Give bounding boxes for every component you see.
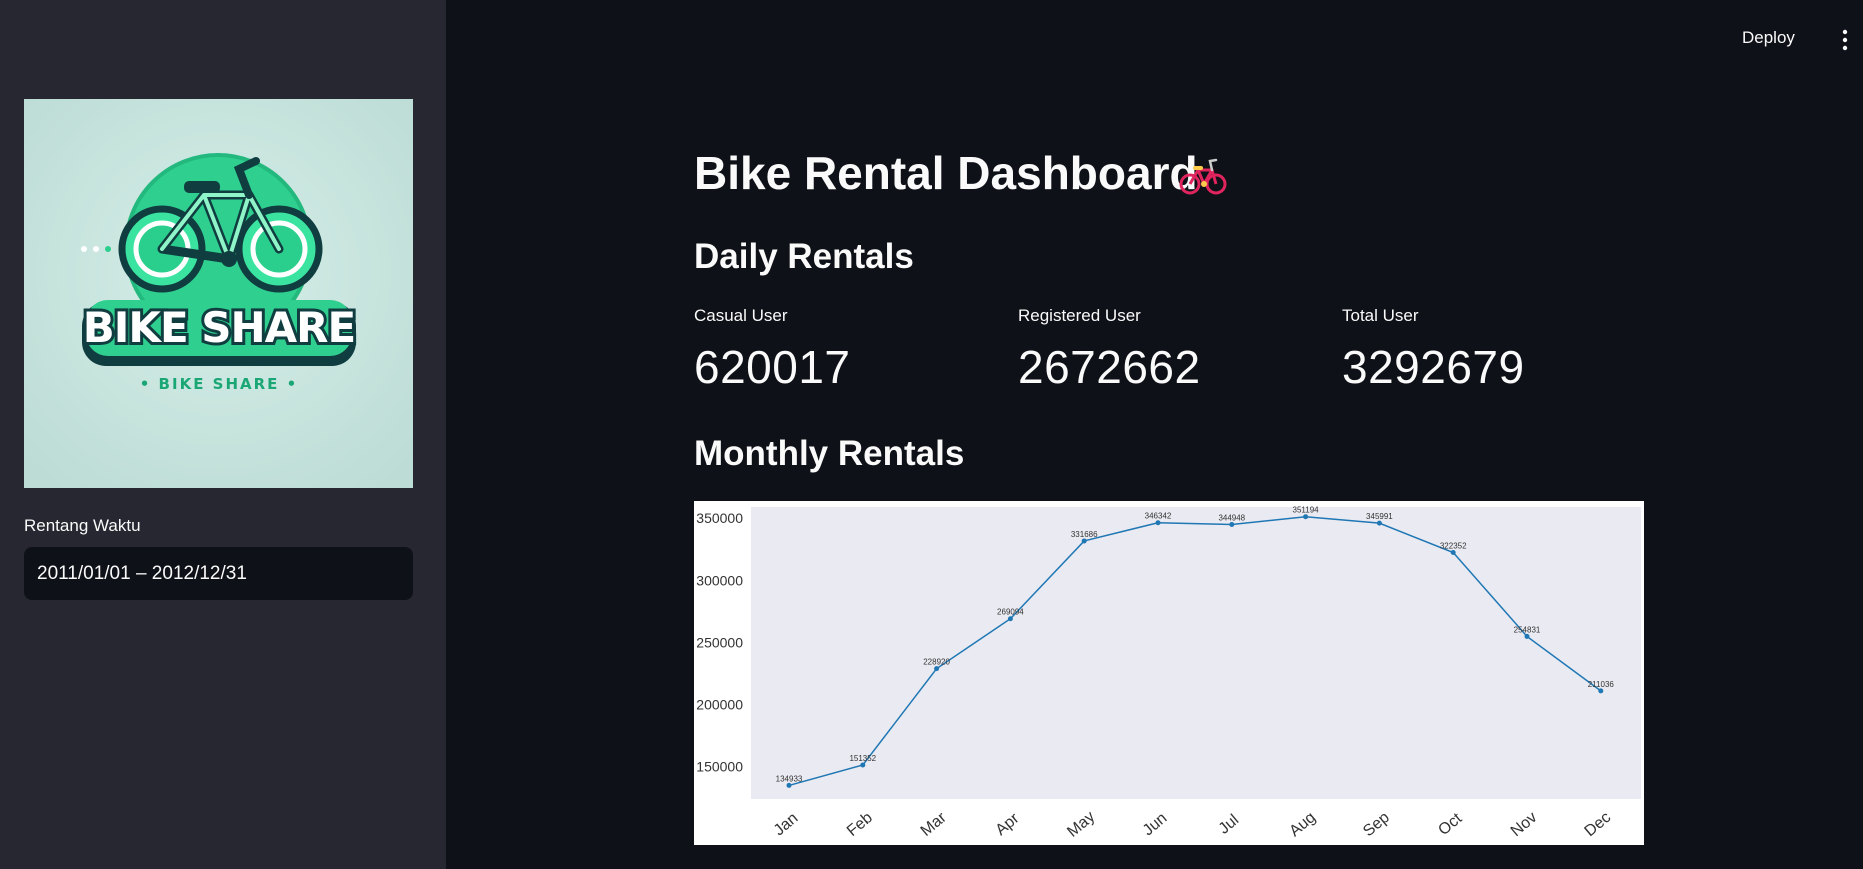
data-point [934,666,940,672]
metric-label: Registered User [1018,306,1141,325]
y-tick-label: 350000 [696,510,743,526]
data-label: 151352 [849,754,876,763]
y-tick-label: 300000 [696,572,743,588]
more-vertical-icon[interactable] [1838,28,1852,52]
x-tick-label: Dec [1582,809,1615,840]
data-point [786,782,792,788]
data-point [1081,538,1087,544]
data-point [1303,514,1309,520]
metric-registered-user: Registered User 2672662 [1018,306,1318,394]
deploy-button[interactable]: Deploy [1742,28,1795,48]
data-label: 351194 [1293,506,1320,515]
data-label: 134933 [776,774,803,783]
monthly-rentals-chart: 150000 200000 250000 300000 350000 134933 1513… [694,501,1644,845]
bike-share-logo: BIKE SHARE • BIKE SHARE • [24,99,413,488]
plot-area [751,507,1641,799]
metric-value: 2672662 [1018,341,1201,393]
data-label: 331686 [1071,530,1098,539]
sidebar: BIKE SHARE • BIKE SHARE • Rentang Waktu … [0,0,446,869]
x-tick-label: Jun [1140,810,1171,840]
metric-total-user: Total User 3292679 [1342,306,1642,394]
daily-rentals-heading: Daily Rentals [694,237,914,276]
data-point [1524,633,1530,639]
data-label: 228920 [923,658,950,667]
y-tick-label: 150000 [696,759,743,775]
data-point [860,762,866,768]
y-tick-label: 200000 [696,697,743,713]
date-range-value: 2011/01/01 – 2012/12/31 [37,562,247,584]
data-point [1007,616,1013,622]
page-title: Bike Rental Dashboard [694,147,1198,199]
data-label: 269094 [997,608,1024,617]
x-tick-label: Aug [1286,809,1319,840]
svg-text:BIKE SHARE: BIKE SHARE [83,303,355,352]
x-tick-label: Apr [993,810,1024,839]
x-tick-label: Oct [1435,810,1465,839]
svg-text:• BIKE SHARE •: • BIKE SHARE • [140,375,299,393]
chart-svg: 150000 200000 250000 300000 350000 134933 1513… [696,506,1641,841]
monthly-rentals-heading: Monthly Rentals [694,434,965,473]
data-label: 211036 [1588,680,1615,689]
metric-value: 3292679 [1342,341,1525,393]
metric-value: 620017 [694,341,851,393]
data-label: 346342 [1145,512,1172,521]
x-tick-label: Sep [1360,809,1393,840]
data-point [1450,550,1456,556]
date-range-label: Rentang Waktu [24,516,141,535]
data-point [1598,688,1604,694]
data-label: 322352 [1440,542,1467,551]
bicycle-icon [1178,156,1228,196]
date-range-input[interactable]: 2011/01/01 – 2012/12/31 [24,547,413,600]
metric-label: Total User [1342,306,1419,325]
x-tick-label: Nov [1508,809,1541,840]
data-point [1229,521,1235,527]
data-label: 345991 [1366,512,1393,521]
data-point [1376,520,1382,526]
x-tick-label: May [1064,808,1098,840]
metric-label: Casual User [694,306,788,325]
data-label: 254831 [1514,625,1541,634]
metric-casual-user: Casual User 620017 [694,306,994,394]
data-point [1155,520,1161,526]
x-tick-label: Mar [918,809,951,840]
x-tick-label: Jul [1216,811,1243,837]
data-label: 344948 [1218,513,1245,522]
y-tick-label: 250000 [696,634,743,650]
x-tick-label: Jan [771,810,802,840]
x-tick-label: Feb [844,809,876,840]
